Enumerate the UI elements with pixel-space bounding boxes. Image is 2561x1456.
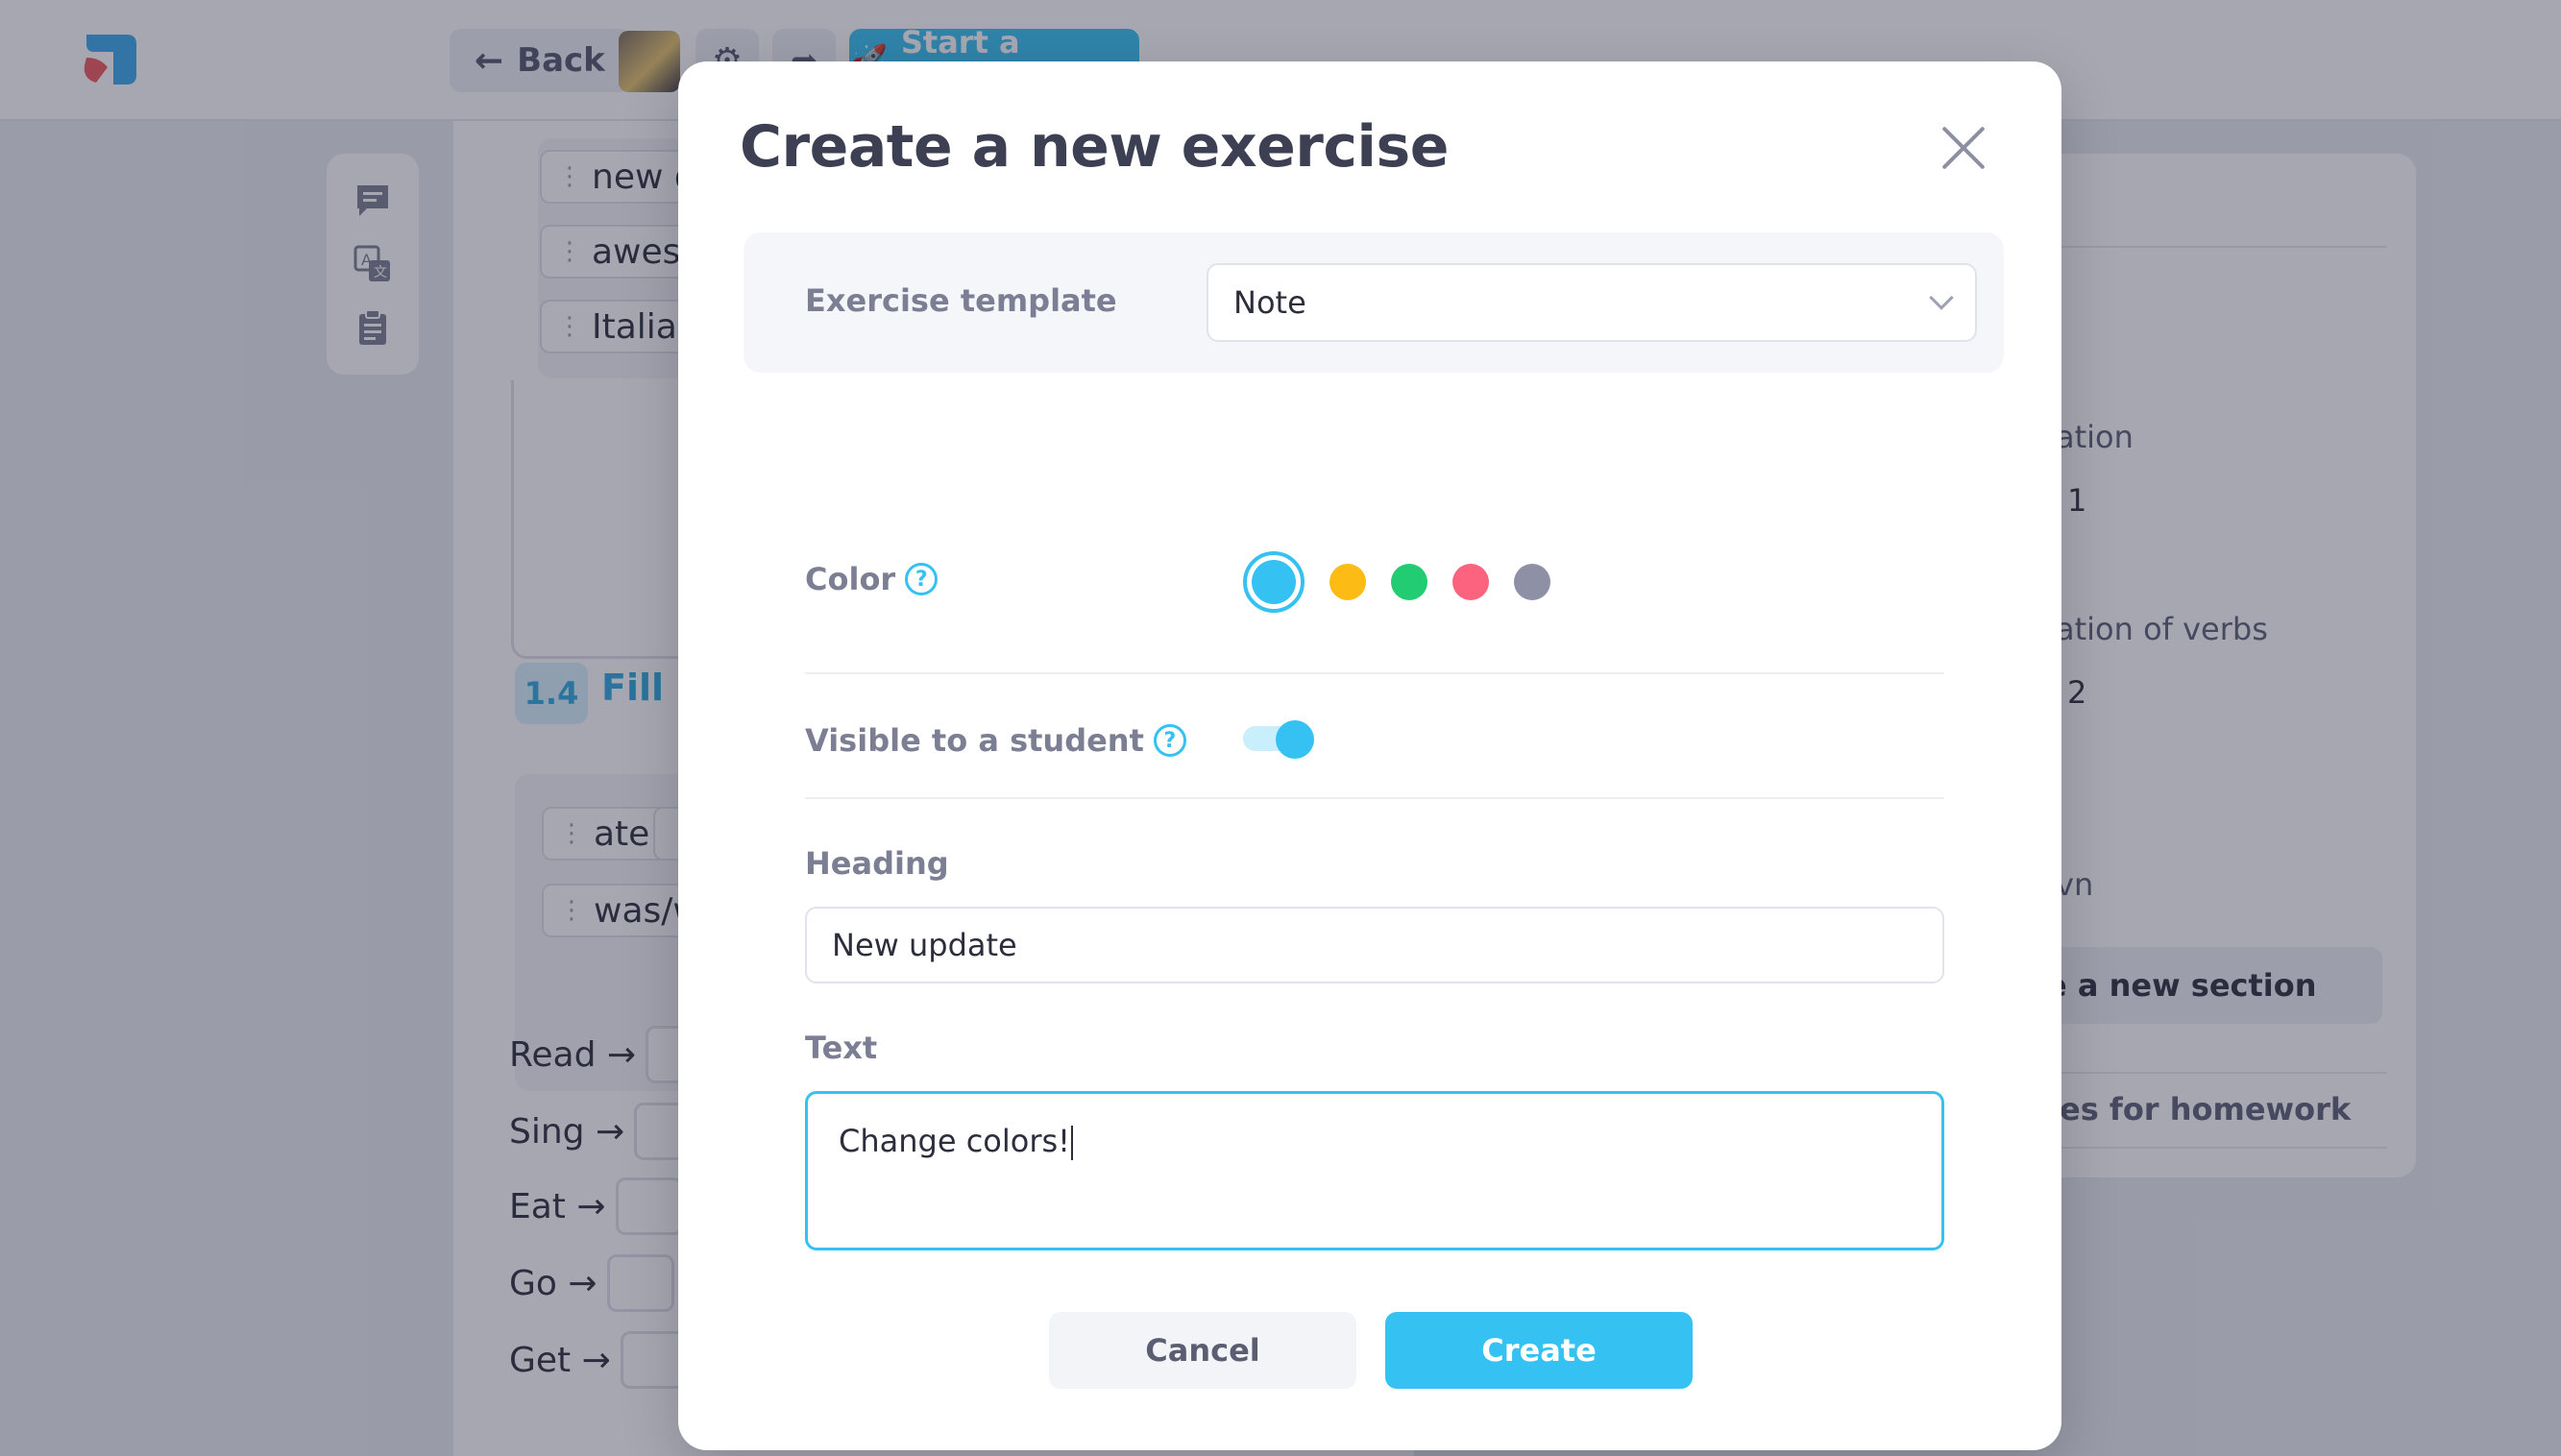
cancel-button[interactable]: Cancel [1049,1312,1356,1389]
visible-label: Visible to a student [805,722,1144,759]
help-icon[interactable]: ? [905,563,939,595]
help-icon[interactable]: ? [1153,724,1186,757]
template-select[interactable]: Note [1207,263,1977,342]
text-input[interactable]: Change colors! [805,1091,1944,1250]
color-picker [1243,551,1550,613]
color-swatch-fill [1252,560,1296,604]
visible-toggle[interactable] [1243,720,1314,759]
toggle-knob [1276,720,1314,759]
color-swatch-pink[interactable] [1452,564,1489,600]
heading-input[interactable]: New update [805,907,1944,983]
color-swatch-green[interactable] [1391,564,1427,600]
exercise-form: Color ? Visible to a student ? Heading N… [744,432,2004,1312]
template-label: Exercise template [805,282,1117,319]
dialog-title: Create a new exercise [740,113,1449,181]
color-swatch-gray[interactable] [1514,564,1550,600]
visible-row-label: Visible to a student ? [805,722,1186,759]
create-label: Create [1481,1332,1597,1369]
color-swatch-blue[interactable] [1243,551,1305,613]
close-icon[interactable] [1937,121,1990,175]
heading-label: Heading [805,845,949,882]
create-button[interactable]: Create [1385,1312,1693,1389]
form-divider [805,797,1944,799]
color-swatch-yellow[interactable] [1329,564,1366,600]
form-divider [805,672,1944,674]
template-section: Exercise template Note [744,232,2004,373]
text-input-value: Change colors! [839,1123,1070,1159]
color-row-label: Color ? [805,561,939,597]
text-caret [1070,1126,1073,1160]
cancel-label: Cancel [1145,1332,1260,1369]
color-label: Color [805,561,896,597]
text-label: Text [805,1030,878,1066]
template-select-value: Note [1233,284,1306,321]
create-exercise-dialog: Create a new exercise Exercise template … [678,61,2061,1450]
chevron-down-icon [1929,285,1954,310]
heading-input-value: New update [832,927,1017,963]
